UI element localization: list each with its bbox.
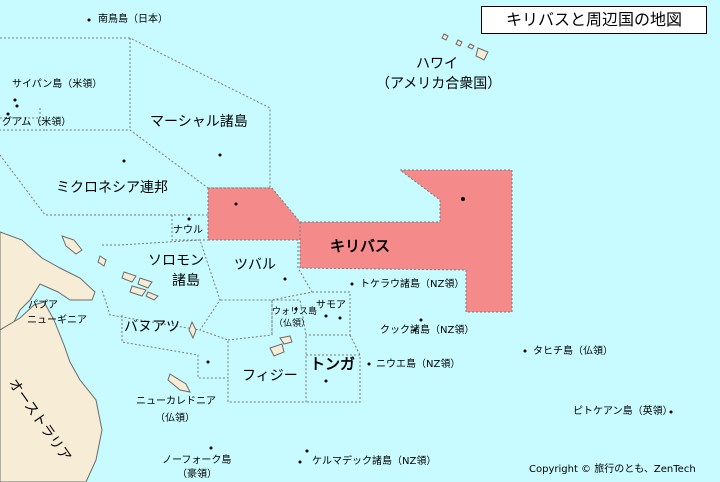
label-marshall: マーシャル諸島 (150, 114, 248, 130)
label-norfolk-1: ノーフォーク島 (162, 455, 232, 466)
label-new-caledonia-2: （仏領） (155, 413, 195, 424)
land-new-caledonia (167, 373, 191, 393)
label-wallis-2: （仏領） (274, 319, 311, 329)
land-fiji (269, 343, 285, 357)
label-pitcairn: ピトケアン島（英領） (573, 406, 673, 417)
label-saipan: サイパン島（米領） (12, 79, 103, 90)
land-hawaii (475, 47, 489, 61)
label-tuvalu: ツバル (234, 257, 276, 273)
label-papua-2: ニューギニア (27, 315, 87, 326)
label-micronesia: ミクロネシア連邦 (56, 180, 168, 196)
map-title: キリバスと周辺国の地図 (481, 6, 707, 34)
map-canvas: キリバスと周辺国の地図 南鳥島（日本） サイパン島（米領） グアム（米領） ハワ… (0, 0, 720, 482)
label-vanuatu: バヌアツ (124, 319, 180, 335)
label-nauru: ナウル (173, 225, 203, 236)
kiribati-gilbert-zone (207, 187, 301, 241)
label-solomon-1: ソロモン (148, 253, 204, 269)
label-hawaii-sub: （アメリカ合衆国） (376, 76, 502, 92)
label-solomon-2: 諸島 (172, 273, 200, 289)
label-papua-1: パプア (28, 300, 58, 311)
label-norfolk-2: （豪領） (177, 469, 217, 480)
land-new-britain (61, 235, 83, 255)
label-kermadec: ケルマデック諸島（NZ領） (312, 456, 437, 467)
copyright: Copyright © 旅行のとも、ZenTech (529, 464, 696, 475)
label-tokelau: トケラウ諸島（NZ領） (360, 279, 465, 290)
label-minamitori: 南鳥島（日本） (98, 14, 168, 25)
label-samoa: サモア (316, 300, 346, 311)
label-new-caledonia-1: ニューカレドニア (136, 396, 216, 407)
label-kiribati: キリバス (330, 237, 391, 255)
label-cook: クック諸島（NZ領） (380, 325, 475, 336)
label-guam: グアム（米領） (2, 117, 72, 128)
label-wallis-1: ウォリス島 (272, 307, 318, 317)
label-hawaii: ハワイ (416, 56, 458, 72)
label-fiji: フィジー (242, 368, 298, 384)
label-niue: ニウエ島（NZ領） (376, 359, 461, 370)
label-tahiti: タヒチ島（仏領） (533, 346, 613, 357)
label-tonga: トンガ (310, 355, 356, 373)
